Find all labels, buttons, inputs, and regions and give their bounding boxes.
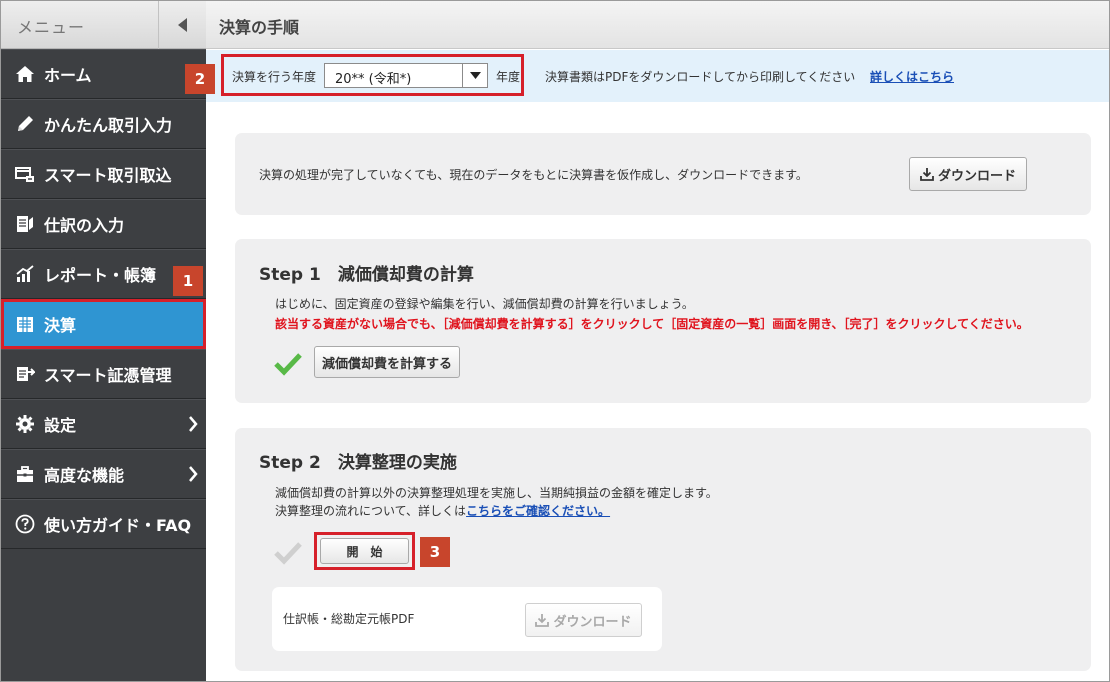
sidebar-item-advanced[interactable]: 高度な機能 xyxy=(1,449,206,499)
sidebar-item-settlement[interactable]: 決算 xyxy=(1,299,206,349)
step1-warning: 該当する資産がない場合でも、［減価償却費を計算する］をクリックして［固定資産の一… xyxy=(275,317,1029,331)
step2-guide-prefix: 決算整理の流れについて、詳しくは xyxy=(275,504,467,518)
sidebar-item-label: ホーム xyxy=(44,66,92,85)
sidebar: メニュー ホーム かんたん取引入力 スマート取引取込 仕訳の入力 レポート・帳簿 xyxy=(1,1,206,681)
menu-title: メニュー xyxy=(17,18,86,37)
collapse-menu-button[interactable] xyxy=(158,1,206,49)
check-icon xyxy=(274,353,302,376)
app-window: メニュー ホーム かんたん取引入力 スマート取引取込 仕訳の入力 レポート・帳簿 xyxy=(0,0,1110,682)
sidebar-item-label: スマート証憑管理 xyxy=(44,366,172,385)
year-select[interactable]: 20** (令和*) xyxy=(324,63,488,88)
chevron-right-icon xyxy=(189,466,198,482)
step2-guide-link[interactable]: こちらをご確認ください。 xyxy=(466,504,610,518)
sidebar-item-smart-voucher[interactable]: スマート証憑管理 xyxy=(1,349,206,399)
sidebar-item-label: レポート・帳簿 xyxy=(44,266,157,285)
start-button[interactable]: 開 始 xyxy=(320,538,409,564)
start-label: 開 始 xyxy=(346,544,383,559)
toolbox-icon xyxy=(14,463,36,485)
pdf-box: 仕訳帳・総勘定元帳PDF ダウンロード xyxy=(272,587,662,651)
year-highlight-frame: 決算を行う年度 20** (令和*) 年度 xyxy=(221,54,524,96)
download-icon xyxy=(920,168,934,181)
sidebar-item-home[interactable]: ホーム xyxy=(1,49,206,99)
sidebar-item-label: 高度な機能 xyxy=(44,466,125,485)
annotation-badge-1: 1 xyxy=(173,266,203,296)
sidebar-item-easy-entry[interactable]: かんたん取引入力 xyxy=(1,99,206,149)
start-highlight-frame: 開 始 xyxy=(314,532,415,570)
help-icon xyxy=(14,513,36,535)
check-icon xyxy=(274,542,302,565)
pencil-icon xyxy=(14,113,36,135)
document-scan-icon xyxy=(14,363,36,385)
pdf-label: 仕訳帳・総勘定元帳PDF xyxy=(283,612,415,626)
preview-card: 決算の処理が完了していなくても、現在のデータをもとに決算書を仮作成し、ダウンロー… xyxy=(235,133,1091,215)
year-note: 決算書類はPDFをダウンロードしてから印刷してください xyxy=(545,70,856,84)
sidebar-item-label: スマート取引取込 xyxy=(44,166,172,185)
year-select-value: 20** (令和*) xyxy=(335,72,412,87)
main-content: 決算の手順 2 決算を行う年度 20** (令和*) 年度 決算書類はPDFをダ… xyxy=(185,1,1109,681)
chart-icon xyxy=(14,263,36,285)
page-header: 決算の手順 xyxy=(206,1,1109,49)
settlement-icon xyxy=(14,313,36,335)
step2-description: 減価償却費の計算以外の決算整理処理を実施し、当期純損益の金額を確定します。 xyxy=(275,486,718,500)
step1-title: Step 1 減価償却費の計算 xyxy=(259,265,474,285)
annotation-badge-3: 3 xyxy=(420,537,450,567)
sidebar-item-label: かんたん取引入力 xyxy=(44,116,173,135)
sidebar-item-label: 使い方ガイド・FAQ xyxy=(44,516,192,535)
preview-text: 決算の処理が完了していなくても、現在のデータをもとに決算書を仮作成し、ダウンロー… xyxy=(259,168,808,182)
chevron-right-icon xyxy=(189,416,198,432)
sidebar-item-journal[interactable]: 仕訳の入力 xyxy=(1,199,206,249)
sidebar-item-settings[interactable]: 設定 xyxy=(1,399,206,449)
calculate-depreciation-label: 減価償却費を計算する xyxy=(321,356,452,372)
preview-download-button[interactable]: ダウンロード xyxy=(909,157,1027,191)
gear-icon xyxy=(14,413,36,435)
home-icon xyxy=(14,63,36,85)
download-label: ダウンロード xyxy=(937,168,1016,184)
sidebar-item-guide-faq[interactable]: 使い方ガイド・FAQ xyxy=(1,499,206,549)
sidebar-item-label: 設定 xyxy=(44,416,77,435)
sidebar-item-smart-import[interactable]: スマート取引取込 xyxy=(1,149,206,199)
step2-card: Step 2 決算整理の実施 減価償却費の計算以外の決算整理処理を実施し、当期純… xyxy=(235,428,1091,671)
sidebar-item-label: 仕訳の入力 xyxy=(44,216,125,235)
year-suffix: 年度 xyxy=(496,70,521,84)
pdf-download-button[interactable]: ダウンロード xyxy=(525,603,642,637)
download-label: ダウンロード xyxy=(553,614,632,630)
step2-title: Step 2 決算整理の実施 xyxy=(259,453,457,473)
menu-header: メニュー xyxy=(1,1,206,49)
step1-card: Step 1 減価償却費の計算 はじめに、固定資産の登録や編集を行い、減価償却費… xyxy=(235,239,1091,403)
calculate-depreciation-button[interactable]: 減価償却費を計算する xyxy=(314,346,460,378)
download-icon xyxy=(535,614,550,627)
chevron-down-icon xyxy=(462,64,487,87)
year-label: 決算を行う年度 xyxy=(232,70,317,84)
year-bar: 2 決算を行う年度 20** (令和*) 年度 決算書類はPDFをダウンロードし… xyxy=(185,50,1109,102)
details-link[interactable]: 詳しくはこちら xyxy=(870,68,954,85)
annotation-badge-2: 2 xyxy=(185,64,215,94)
step1-description: はじめに、固定資産の登録や編集を行い、減価償却費の計算を行いましょう。 xyxy=(275,297,694,311)
page-title: 決算の手順 xyxy=(219,18,300,37)
journal-icon xyxy=(14,213,36,235)
step2-guide-text: 決算整理の流れについて、詳しくはこちらをご確認ください。 xyxy=(275,502,610,519)
chevron-left-icon xyxy=(177,18,187,32)
card-import-icon xyxy=(14,163,36,185)
sidebar-item-label: 決算 xyxy=(44,316,77,335)
